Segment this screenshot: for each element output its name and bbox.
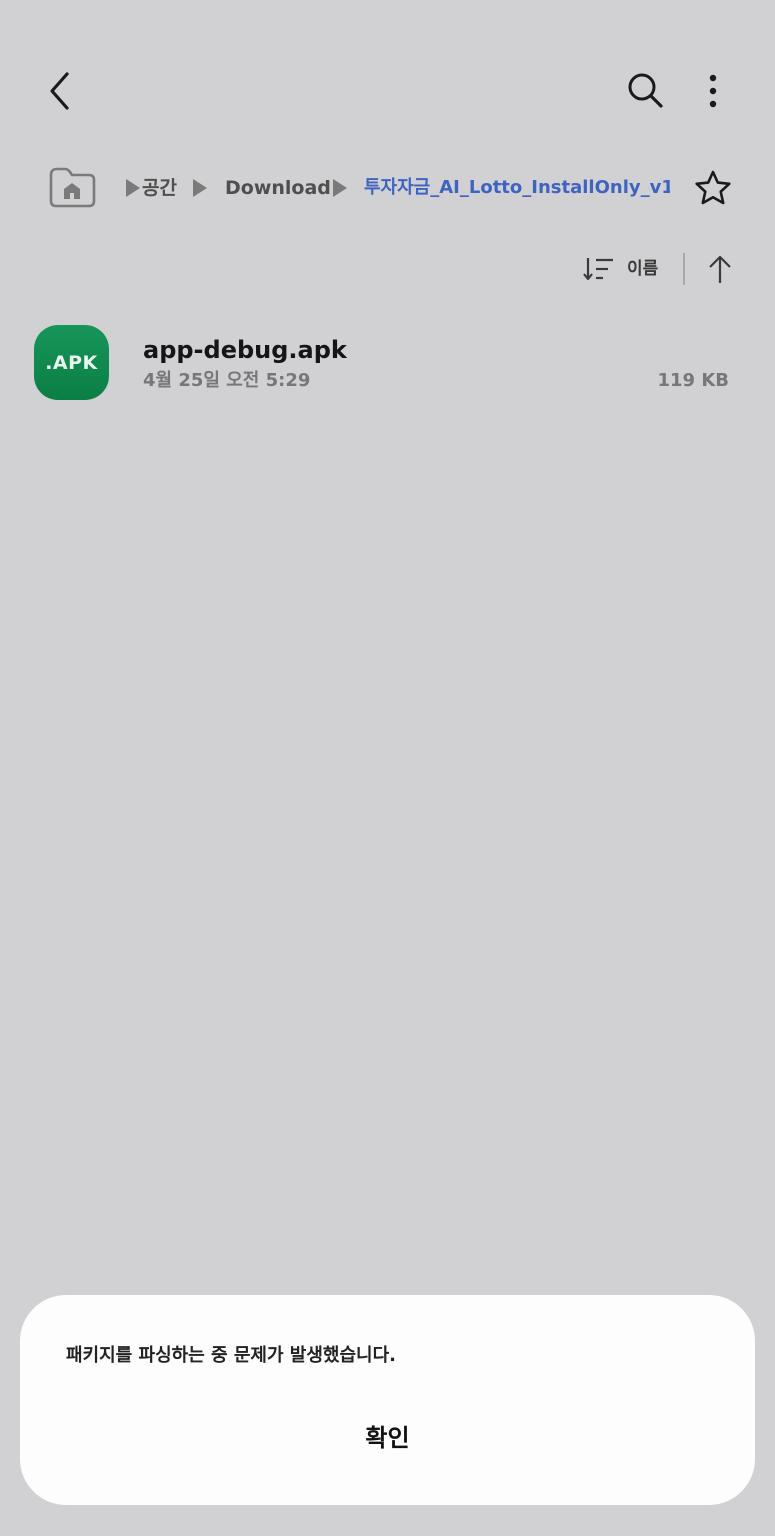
breadcrumb-separator-icon: [333, 179, 347, 197]
favorite-button[interactable]: [690, 166, 736, 210]
file-date: 4월 25일 오전 5:29: [143, 370, 311, 391]
more-vertical-icon: [709, 74, 717, 108]
search-button[interactable]: [622, 66, 670, 116]
sort-direction-button[interactable]: [702, 250, 738, 288]
breadcrumb-item-current[interactable]: 투자자금_AI_Lotto_InstallOnly_v1: [364, 175, 670, 201]
sort-label[interactable]: 이름: [627, 257, 658, 281]
breadcrumb-separator-icon: [193, 179, 207, 197]
apk-file-icon: .APK: [34, 325, 109, 400]
breadcrumb-separator-icon: [126, 179, 140, 197]
file-name: app-debug.apk: [143, 336, 347, 364]
breadcrumb-item-storage[interactable]: 공간: [142, 175, 177, 201]
arrow-up-icon: [709, 255, 731, 283]
sort-button[interactable]: [580, 252, 616, 286]
confirm-button[interactable]: 확인: [20, 1403, 755, 1467]
file-icon-label: .APK: [45, 351, 98, 374]
error-dialog: 패키지를 파싱하는 중 문제가 발생했습니다. 확인: [20, 1295, 755, 1505]
sort-divider: [683, 253, 685, 285]
search-icon: [628, 73, 663, 108]
file-size: 119 KB: [657, 370, 729, 391]
star-outline-icon: [695, 170, 731, 205]
sort-icon: [583, 258, 613, 281]
back-button[interactable]: [36, 66, 84, 116]
more-options-button[interactable]: [692, 66, 734, 116]
home-button[interactable]: [48, 166, 96, 208]
dialog-message: 패키지를 파싱하는 중 문제가 발생했습니다.: [66, 1345, 396, 1366]
breadcrumb-item-download[interactable]: Download: [225, 175, 331, 201]
chevron-left-icon: [50, 72, 69, 110]
folder-home-icon: [49, 167, 96, 208]
